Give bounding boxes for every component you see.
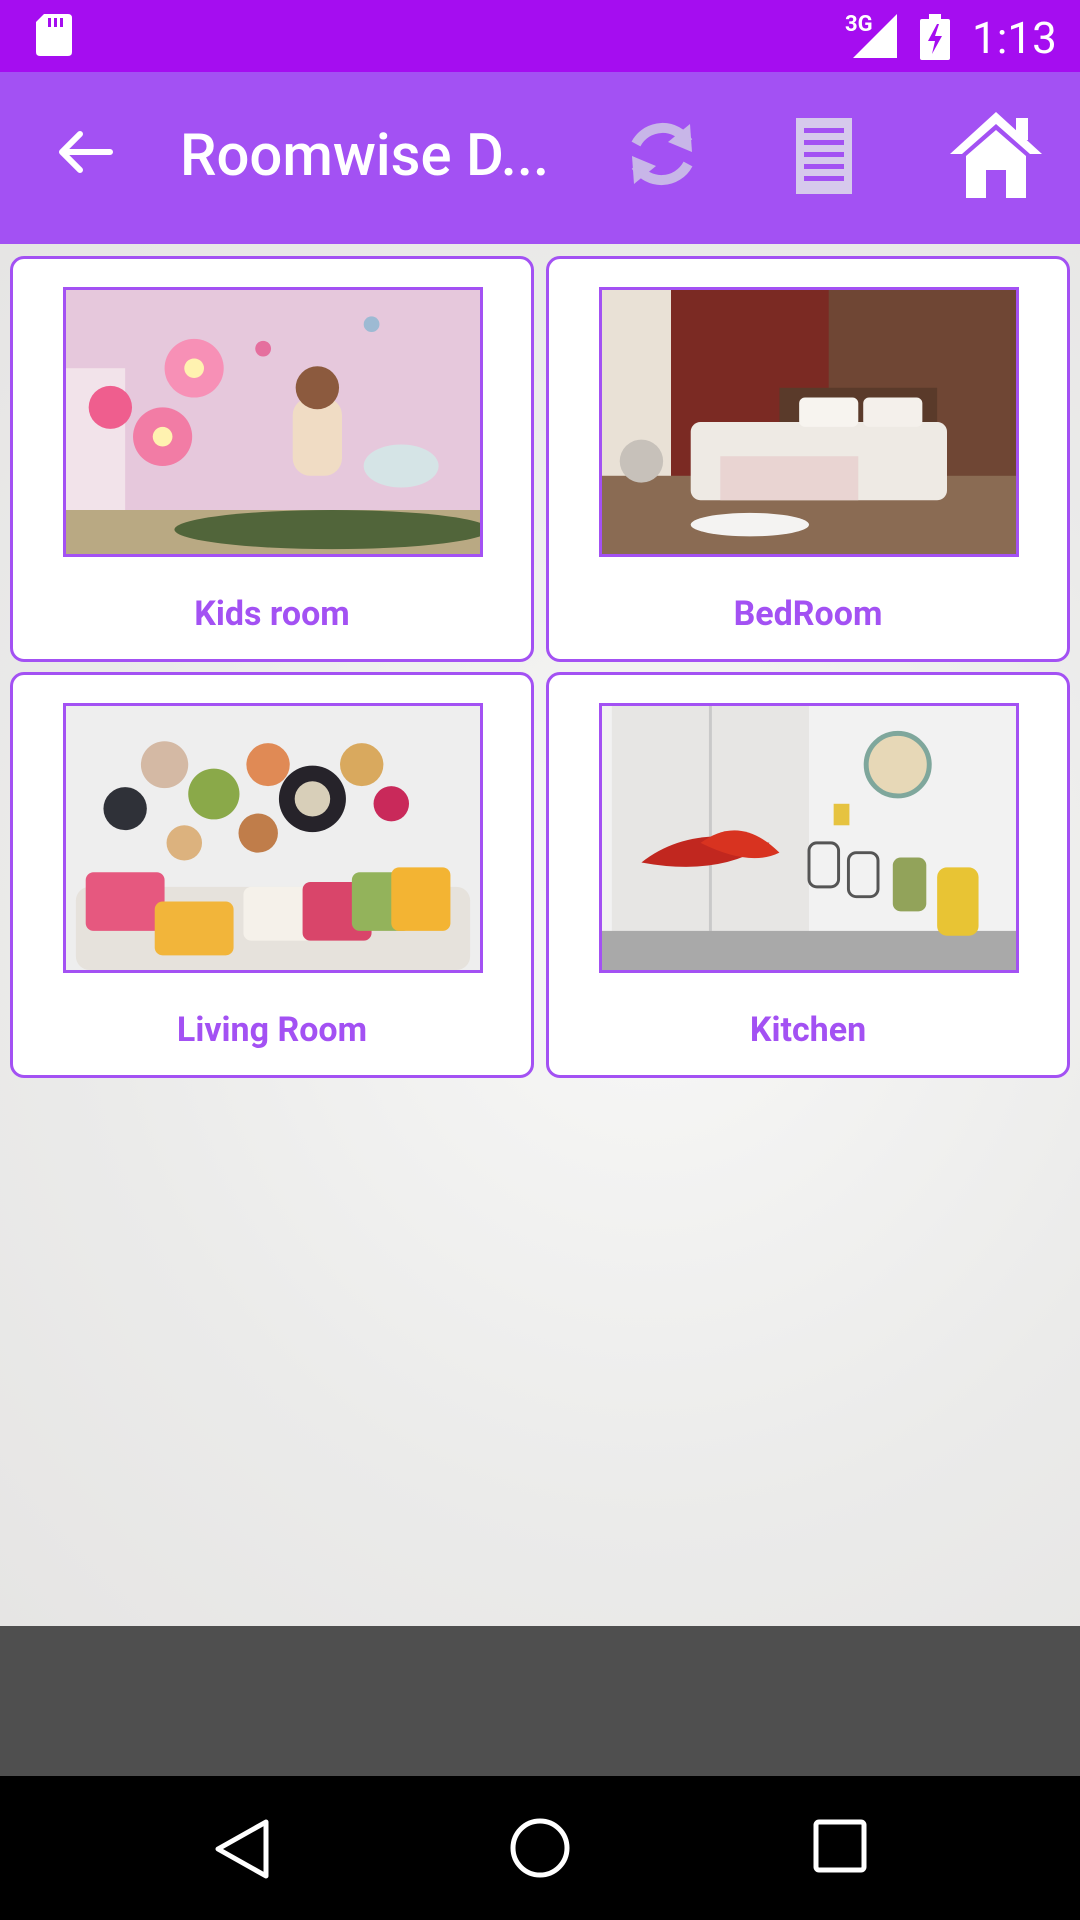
- clock: 1:13: [972, 12, 1057, 64]
- nav-recents-icon[interactable]: [812, 1818, 868, 1874]
- category-card-bedroom[interactable]: BedRoom: [546, 256, 1070, 662]
- status-bar: 3G 1:13: [0, 0, 1080, 72]
- app-bar: Roomwise D...: [0, 72, 1080, 244]
- category-card-living-room[interactable]: Living Room: [10, 672, 534, 1078]
- list-icon[interactable]: [792, 116, 864, 196]
- signal-icon: [853, 14, 897, 58]
- living-room-image: [63, 703, 483, 973]
- ad-banner: [0, 1626, 1080, 1776]
- nav-home-icon[interactable]: [508, 1816, 572, 1880]
- home-icon[interactable]: [946, 108, 1046, 200]
- nav-back-icon[interactable]: [210, 1816, 276, 1882]
- category-card-kids-room[interactable]: Kids room: [10, 256, 534, 662]
- category-label: BedRoom: [733, 594, 883, 634]
- category-card-kitchen[interactable]: Kitchen: [546, 672, 1070, 1078]
- category-grid: Kids room BedRoom Living Room Kitchen: [0, 244, 1080, 1626]
- sd-card-icon: [36, 14, 72, 56]
- navigation-bar: [0, 1776, 1080, 1920]
- back-arrow-icon[interactable]: [44, 112, 124, 192]
- category-label: Living Room: [176, 1010, 368, 1050]
- page-title: Roomwise D...: [180, 122, 550, 190]
- kids-room-image: [63, 287, 483, 557]
- refresh-icon[interactable]: [620, 112, 704, 196]
- bedroom-image: [599, 287, 1019, 557]
- battery-charging-icon: [920, 14, 950, 60]
- kitchen-image: [599, 703, 1019, 973]
- category-label: Kids room: [194, 594, 350, 634]
- category-label: Kitchen: [749, 1010, 867, 1050]
